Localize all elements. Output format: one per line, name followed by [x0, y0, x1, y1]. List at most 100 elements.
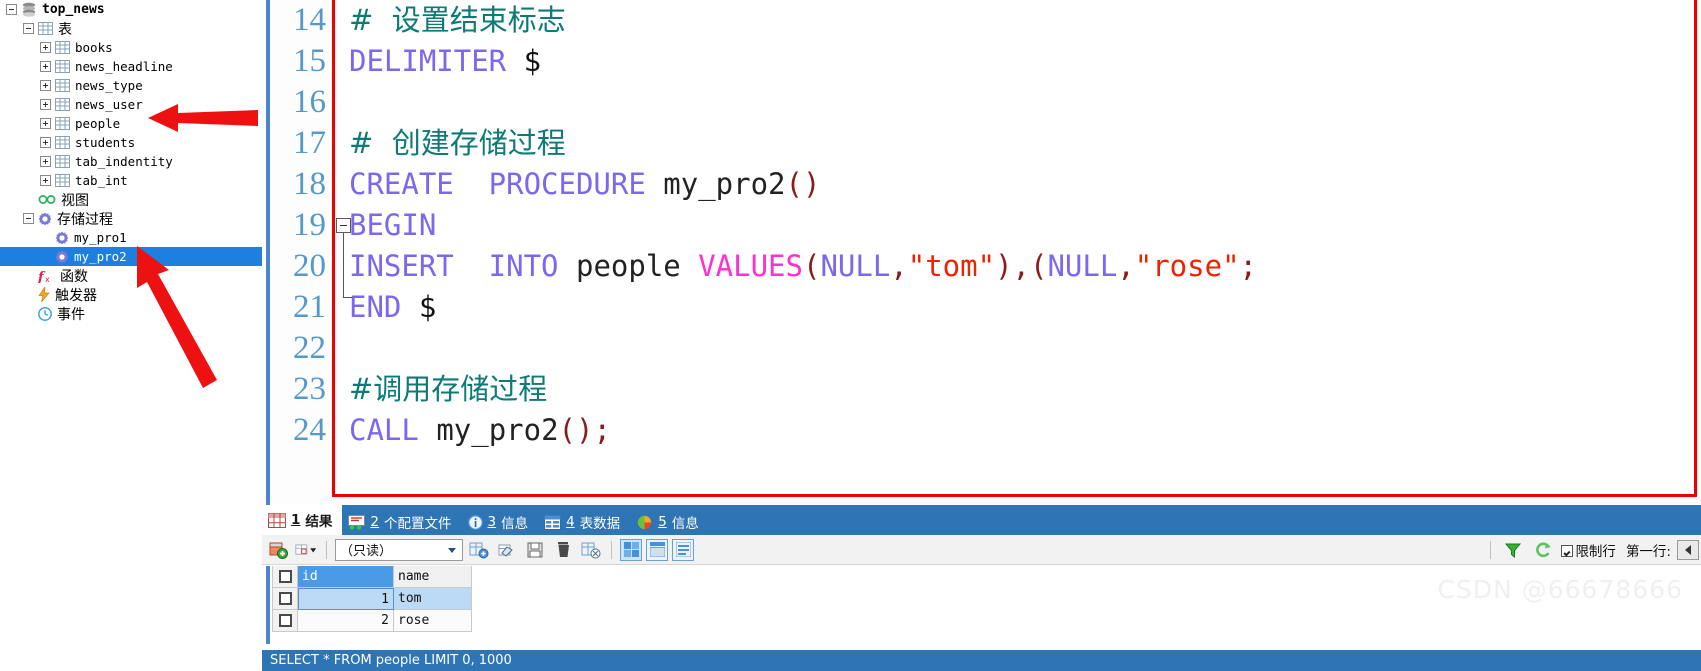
code-line[interactable]: CALL my_pro2();: [349, 410, 1694, 451]
schema-tree[interactable]: top_news 表 books news_headline news_type news…: [0, 0, 262, 323]
result-grid-toolbar[interactable]: （只读） 限制行 第一行:: [262, 535, 1701, 565]
code-line[interactable]: # 创建存储过程: [349, 123, 1694, 164]
expand-plus-icon[interactable]: [40, 61, 51, 72]
grid-mode-dropdown[interactable]: [294, 538, 318, 562]
code-line[interactable]: BEGIN: [349, 205, 1694, 246]
result-tab-2[interactable]: 2 个配置文件: [342, 509, 461, 535]
column-header-id[interactable]: id: [298, 566, 394, 588]
column-header-name[interactable]: name: [394, 566, 472, 588]
code-line[interactable]: CREATE PROCEDURE my_pro2(): [349, 164, 1694, 205]
tree-item-触发器[interactable]: 触发器: [0, 285, 262, 304]
tree-item-视图[interactable]: 视图: [0, 190, 262, 209]
export-button[interactable]: [579, 538, 603, 562]
refresh-icon[interactable]: [1531, 538, 1555, 562]
limit-rows-group[interactable]: 限制行 第一行:: [1561, 540, 1671, 560]
table-icon: [55, 60, 70, 73]
schema-tree-sidebar[interactable]: top_news 表 books news_headline news_type news…: [0, 0, 262, 671]
revert-button[interactable]: [495, 538, 519, 562]
first-row-stepper[interactable]: [1677, 540, 1699, 560]
expand-plus-icon[interactable]: [40, 99, 51, 110]
expand-plus-icon[interactable]: [40, 118, 51, 129]
code-line[interactable]: [349, 82, 1694, 123]
tree-item-top_news[interactable]: top_news: [0, 0, 262, 19]
code-token: VALUES: [698, 249, 803, 283]
line-number: 22: [293, 330, 326, 366]
expand-plus-icon[interactable]: [40, 137, 51, 148]
tree-item-news_headline[interactable]: news_headline: [0, 57, 262, 76]
tree-item-news_type[interactable]: news_type: [0, 76, 262, 95]
expand-plus-icon[interactable]: [40, 156, 51, 167]
grid-header-row[interactable]: id name: [272, 566, 472, 588]
apply-changes-button[interactable]: [467, 538, 491, 562]
cell-id[interactable]: 1: [298, 588, 394, 610]
row-select-checkbox[interactable]: [272, 610, 298, 632]
tree-item-my_pro1[interactable]: my_pro1: [0, 228, 262, 247]
table-data-icon: [544, 514, 562, 530]
code-token: (): [558, 413, 594, 447]
code-line[interactable]: #调用存储过程: [349, 369, 1694, 410]
tree-item-label: books: [75, 40, 113, 55]
tree-item-news_user[interactable]: news_user: [0, 95, 262, 114]
result-grid[interactable]: id name 1 tom 2 rose: [262, 566, 1701, 644]
code-line[interactable]: INSERT INTO people VALUES(NULL,"tom"),(N…: [349, 246, 1694, 287]
collapse-minus-icon[interactable]: [6, 4, 17, 15]
grid-view-button[interactable]: [620, 538, 642, 561]
result-tab-4[interactable]: 4 表数据: [538, 509, 630, 535]
tree-item-事件[interactable]: 事件: [0, 304, 262, 323]
new-record-button[interactable]: [266, 538, 290, 562]
field-view-button[interactable]: [672, 538, 694, 561]
collapse-minus-icon[interactable]: [23, 213, 34, 224]
cell-id[interactable]: 2: [298, 610, 394, 632]
result-tab-bar[interactable]: 1 结果 2 个配置文件 3 信息 4 表数据 5 信息: [262, 505, 1701, 535]
tree-item-my_pro2[interactable]: my_pro2: [0, 247, 262, 266]
code-content[interactable]: # 设置结束标志 DELIMITER $ # 创建存储过程 CREATE PROCE…: [335, 0, 1694, 451]
code-line[interactable]: [349, 328, 1694, 369]
code-token: "rose": [1134, 249, 1240, 283]
tree-item-存储过程[interactable]: 存储过程: [0, 209, 262, 228]
tree-item-label: 视图: [61, 192, 89, 209]
table-row[interactable]: 1 tom: [272, 588, 472, 610]
code-token: ),(: [995, 249, 1048, 283]
tree-item-函数[interactable]: f x 函数: [0, 266, 262, 285]
collapse-minus-icon[interactable]: [23, 23, 34, 34]
funnel-filter-icon[interactable]: [1501, 538, 1525, 562]
grid-toolbar-right-group[interactable]: 限制行 第一行:: [1486, 535, 1701, 565]
row-select-checkbox[interactable]: [272, 588, 298, 610]
toolbar-separator-2: [611, 540, 612, 559]
tree-item-label: people: [75, 116, 121, 131]
line-number: 20: [293, 248, 326, 284]
code-line[interactable]: END $: [349, 287, 1694, 328]
code-token: # 设置结束标志: [349, 3, 566, 37]
code-token: people: [575, 249, 699, 283]
clock-icon: [38, 306, 52, 321]
save-button[interactable]: [523, 538, 547, 562]
table-row[interactable]: 2 rose: [272, 610, 472, 632]
result-tab-1[interactable]: 1 结果: [262, 505, 343, 535]
readonly-select[interactable]: （只读）: [335, 538, 463, 561]
form-view-button[interactable]: [646, 538, 668, 561]
expand-plus-icon[interactable]: [40, 42, 51, 53]
code-fold-collapse-icon[interactable]: [336, 218, 351, 233]
result-tab-3[interactable]: 3 信息: [462, 509, 539, 535]
tree-item-label: news_headline: [75, 59, 173, 74]
table-icon: [55, 79, 70, 92]
sql-editor[interactable]: 14 15 16 17 18 19 20 21 22 23 24 # 设置结束标志 DELIMITER…: [262, 0, 1701, 505]
tree-item-表[interactable]: 表: [0, 19, 262, 38]
cell-name[interactable]: rose: [394, 610, 472, 632]
row-select-checkbox[interactable]: [272, 566, 298, 588]
tree-item-students[interactable]: students: [0, 133, 262, 152]
tree-item-books[interactable]: books: [0, 38, 262, 57]
result-tab-5[interactable]: 5 信息: [630, 509, 709, 535]
tree-item-people[interactable]: people: [0, 114, 262, 133]
limit-rows-checkbox[interactable]: [1561, 545, 1574, 557]
code-line[interactable]: # 设置结束标志: [349, 0, 1694, 41]
code-line[interactable]: DELIMITER $: [349, 41, 1694, 82]
cell-name[interactable]: tom: [394, 588, 472, 610]
tree-item-tab_indentity[interactable]: tab_indentity: [0, 152, 262, 171]
expand-plus-icon[interactable]: [40, 80, 51, 91]
expand-plus-icon[interactable]: [40, 175, 51, 186]
delete-row-button[interactable]: [551, 538, 575, 562]
tree-item-tab_int[interactable]: tab_int: [0, 171, 262, 190]
tree-item-label: 函数: [60, 268, 88, 285]
code-token: DELIMITER: [349, 44, 524, 78]
